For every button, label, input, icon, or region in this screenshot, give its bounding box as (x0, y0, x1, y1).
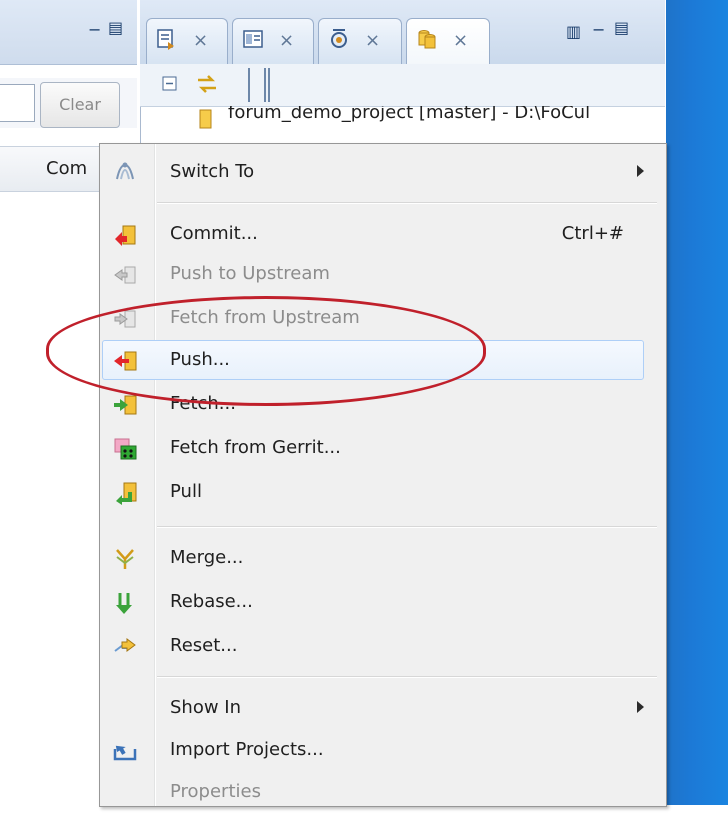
view-tab-bar: × × × × ▥ − ▤ (140, 0, 665, 65)
fetch-icon (114, 395, 137, 415)
switch-to-icon (116, 162, 134, 180)
menu-item-rebase[interactable]: Rebase... (100, 580, 666, 624)
minimize-icon[interactable]: − (592, 20, 605, 39)
push-upstream-icon (114, 266, 136, 284)
menu-item-label: Properties (170, 781, 261, 802)
menu-item-push-to-upstream[interactable]: Push to Upstream (100, 252, 666, 296)
menu-item-commit[interactable]: Commit... Ctrl+# (100, 212, 666, 256)
commit-icon (115, 225, 136, 246)
submenu-arrow-icon (637, 701, 644, 713)
close-icon[interactable]: × (453, 30, 468, 51)
repository-label: forum_demo_project [master] - D:\FoCul (228, 106, 591, 123)
left-view-header: − ▤ (0, 0, 137, 65)
desktop-background (665, 0, 728, 805)
menu-item-properties[interactable]: Properties (100, 770, 666, 814)
menu-item-label: Fetch from Gerrit... (170, 437, 341, 458)
import-projects-icon (113, 745, 137, 761)
menu-item-import-projects[interactable]: Import Projects... (100, 728, 666, 772)
rebase-icon (116, 593, 132, 614)
menu-item-merge[interactable]: Merge... (100, 536, 666, 580)
menu-item-label: Show In (170, 697, 242, 718)
toolbar-separator (268, 68, 270, 102)
collapse-all-icon[interactable] (162, 76, 178, 92)
maximize-icon[interactable]: ▤ (614, 18, 629, 37)
menu-separator-highlight (157, 203, 657, 204)
repository-icon (199, 109, 212, 129)
link-with-editor-icon[interactable] (196, 74, 218, 94)
staging-icon (331, 29, 347, 48)
menu-item-label: Merge... (170, 547, 244, 568)
menu-item-label: Reset... (170, 635, 238, 656)
tab-history[interactable]: × (232, 18, 314, 65)
keyboard-shortcut: Ctrl+# (561, 223, 624, 244)
reset-icon (114, 638, 136, 652)
tree-item-repository[interactable]: forum_demo_project [master] - D:\FoCul (180, 106, 665, 130)
clear-button[interactable]: Clear (40, 82, 120, 128)
view-toolbar (140, 64, 665, 107)
menu-item-fetch-from-gerrit[interactable]: Fetch from Gerrit... (100, 426, 666, 470)
menu-item-pull[interactable]: Pull (100, 470, 666, 514)
close-icon[interactable]: × (279, 30, 294, 51)
menu-item-switch-to[interactable]: Switch To (100, 150, 666, 194)
view-menu-icon[interactable]: ▥ (566, 22, 581, 41)
minimize-icon[interactable]: − (88, 20, 101, 39)
menu-item-label: Pull (170, 481, 202, 502)
filter-input[interactable] (0, 84, 35, 122)
menu-item-label: Import Projects... (170, 739, 324, 760)
menu-separator-highlight (157, 527, 657, 528)
repositories-icon (418, 30, 436, 49)
menu-item-label: Rebase... (170, 591, 253, 612)
maximize-icon[interactable]: ▤ (108, 18, 123, 37)
menu-item-label: Switch To (170, 161, 255, 182)
context-menu: Switch To Commit... Ctrl+# Push to Upstr… (99, 143, 667, 807)
menu-item-reset[interactable]: Reset... (100, 624, 666, 668)
close-icon[interactable]: × (365, 30, 380, 51)
menu-item-label: Commit... (170, 223, 258, 244)
history-icon (243, 30, 263, 48)
column-header-label: Com (46, 158, 88, 179)
toolbar-separator (248, 68, 266, 102)
tab-staging[interactable]: × (318, 18, 402, 65)
menu-separator-highlight (157, 677, 657, 678)
synchronize-icon (157, 29, 174, 50)
close-icon[interactable]: × (193, 30, 208, 51)
menu-item-label: Push to Upstream (170, 263, 330, 284)
pull-icon (116, 482, 137, 505)
submenu-arrow-icon (637, 165, 644, 177)
menu-item-show-in[interactable]: Show In (100, 686, 666, 730)
gerrit-icon (114, 438, 137, 460)
merge-icon (116, 549, 134, 569)
tab-repositories[interactable]: × (406, 18, 490, 65)
annotation-highlight-ellipse (46, 296, 486, 406)
tab-synchronize[interactable]: × (146, 18, 228, 65)
